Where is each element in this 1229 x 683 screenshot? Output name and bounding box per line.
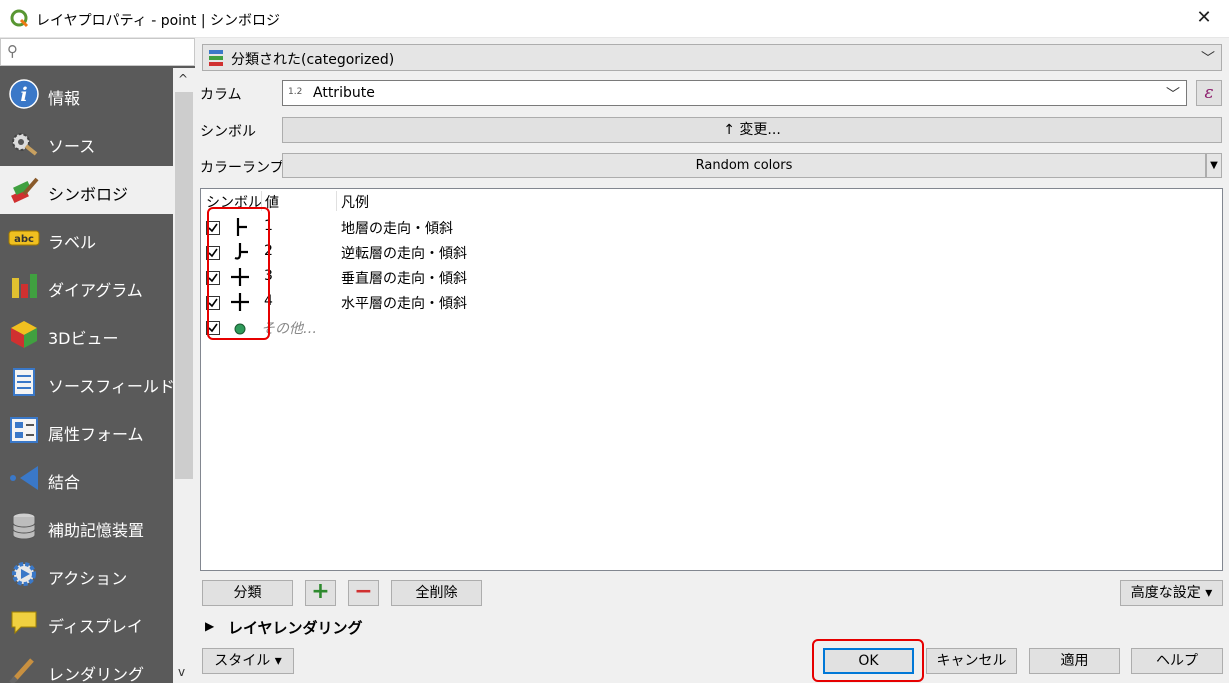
symbol-label: シンボル xyxy=(200,124,256,140)
info-icon: i xyxy=(9,79,39,109)
sidebar-item-rendering[interactable]: レンダリング xyxy=(0,646,173,683)
fields-icon xyxy=(13,368,35,396)
table-row[interactable]: その他… xyxy=(201,315,1222,340)
sidebar-item-label: ソース xyxy=(48,137,96,156)
sidebar-item-label: 情報 xyxy=(48,89,81,108)
sidebar-item-label: ダイアグラム xyxy=(48,281,143,300)
add-category-button[interactable]: + xyxy=(305,580,336,606)
table-row[interactable]: 4 水平層の走向・傾斜 xyxy=(201,290,1222,315)
sidebar-item-3dview[interactable]: 3Dビュー xyxy=(0,310,173,358)
classify-button[interactable]: 分類 xyxy=(202,580,293,606)
sidebar-search-input[interactable]: ⚲ xyxy=(0,38,195,66)
color-ramp-select[interactable]: Random colors xyxy=(282,153,1206,178)
sidebar-item-label: 結合 xyxy=(48,473,81,492)
delete-all-button[interactable]: 全削除 xyxy=(391,580,482,606)
table-row[interactable]: 1 地層の走向・傾斜 xyxy=(201,215,1222,240)
database-icon xyxy=(12,512,36,540)
row-legend: 地層の走向・傾斜 xyxy=(341,221,453,237)
cube-3d-icon xyxy=(11,321,37,348)
symbology-brush-icon xyxy=(11,177,39,204)
sidebar-item-info[interactable]: i 情報 xyxy=(0,70,173,118)
chevron-down-icon: ﹀ xyxy=(1166,87,1180,103)
sidebar-item-auxiliary-storage[interactable]: 補助記憶装置 xyxy=(0,502,173,550)
title-bar: レイヤプロパティ - point | シンボロジ ✕ xyxy=(0,0,1229,38)
expression-button[interactable]: ε xyxy=(1196,80,1222,106)
search-icon: ⚲ xyxy=(7,42,18,60)
row-legend: 水平層の走向・傾斜 xyxy=(341,296,467,312)
remove-category-button[interactable]: − xyxy=(348,580,379,606)
chevron-down-icon: ﹀ xyxy=(1201,51,1215,67)
sidebar-item-label: アクション xyxy=(48,569,128,588)
sidebar-item-label: 補助記憶装置 xyxy=(48,521,145,540)
expand-arrow-icon[interactable]: ▶ xyxy=(205,619,214,633)
layer-rendering-label[interactable]: レイヤレンダリング xyxy=(228,617,363,638)
sidebar-item-diagrams[interactable]: ダイアグラム xyxy=(0,262,173,310)
style-button[interactable]: スタイル ▾ xyxy=(202,648,294,674)
column-select[interactable]: 1.2 Attribute ﹀ xyxy=(282,80,1187,106)
ok-highlight-box xyxy=(812,639,924,682)
sidebar-item-attribute-form[interactable]: 属性フォーム xyxy=(0,406,173,454)
sidebar-item-joins[interactable]: 結合 xyxy=(0,454,173,502)
sidebar-item-label: シンボロジ xyxy=(48,185,129,204)
diagram-icon xyxy=(12,274,37,298)
scroll-up-icon[interactable]: ^ xyxy=(178,72,188,86)
source-gear-icon xyxy=(12,133,38,156)
field-type-badge: 1.2 xyxy=(288,87,303,97)
action-gear-icon xyxy=(12,562,36,586)
form-icon xyxy=(10,417,38,443)
header-legend[interactable]: 凡例 xyxy=(341,192,369,212)
sidebar-item-label: ラベル xyxy=(48,233,97,252)
abc-label-icon: abc xyxy=(8,230,40,246)
sidebar-item-display[interactable]: ディスプレイ xyxy=(0,598,173,646)
sidebar-item-label: 属性フォーム xyxy=(48,425,144,444)
color-ramp-dropdown-icon[interactable]: ▼ xyxy=(1206,153,1222,178)
sidebar-item-symbology[interactable]: シンボロジ xyxy=(0,166,173,214)
help-button[interactable]: ヘルプ xyxy=(1131,648,1223,674)
svg-text:i: i xyxy=(20,84,27,106)
renderer-type-label: 分類された(categorized) xyxy=(231,52,395,68)
sidebar-scrollbar[interactable]: ^ v xyxy=(173,68,195,683)
window-title: レイヤプロパティ - point | シンボロジ xyxy=(36,13,281,29)
sidebar-item-labels[interactable]: abc ラベル xyxy=(0,214,173,262)
rendering-brush-icon xyxy=(9,658,34,683)
column-label: カラム xyxy=(200,87,242,103)
row-legend: 逆転層の走向・傾斜 xyxy=(341,246,467,262)
display-speech-icon xyxy=(11,611,37,635)
scroll-thumb[interactable] xyxy=(175,92,193,479)
sidebar-item-source-fields[interactable]: ソースフィールド xyxy=(0,358,173,406)
categorized-renderer-icon xyxy=(209,50,223,66)
sidebar: ⚲ i 情報 ソース シンボロジ abc ラベル ダイアグラム 3Dビュー ソー… xyxy=(0,38,195,683)
header-separator xyxy=(336,191,337,211)
change-symbol-button[interactable]: ↑ 変更... xyxy=(282,117,1222,143)
sidebar-item-label: ソースフィールド xyxy=(48,377,173,396)
column-value: Attribute xyxy=(313,85,375,101)
color-ramp-label: カラーランプ xyxy=(200,160,284,176)
scroll-down-icon[interactable]: v xyxy=(178,665,185,679)
qgis-logo-icon xyxy=(10,9,29,28)
categories-table[interactable]: シンボル 値 凡例 1 地層の走向・傾斜 2 逆転層の走向・傾斜 3 垂直層の走… xyxy=(200,188,1223,571)
row-legend: 垂直層の走向・傾斜 xyxy=(341,271,467,287)
symbol-highlight-box xyxy=(207,207,270,340)
apply-button[interactable]: 適用 xyxy=(1029,648,1120,674)
renderer-type-select[interactable]: 分類された(categorized) ﹀ xyxy=(202,44,1222,71)
sidebar-item-actions[interactable]: アクション xyxy=(0,550,173,598)
table-row[interactable]: 3 垂直層の走向・傾斜 xyxy=(201,265,1222,290)
sidebar-item-label: ディスプレイ xyxy=(48,617,143,636)
table-header: シンボル 値 凡例 xyxy=(201,189,1222,213)
sidebar-list: i 情報 ソース シンボロジ abc ラベル ダイアグラム 3Dビュー ソースフ… xyxy=(0,68,173,683)
close-icon[interactable]: ✕ xyxy=(1193,7,1215,29)
join-icon xyxy=(10,466,38,490)
advanced-button[interactable]: 高度な設定 ▾ xyxy=(1120,580,1223,606)
cancel-button[interactable]: キャンセル xyxy=(926,648,1017,674)
sidebar-item-source[interactable]: ソース xyxy=(0,118,173,166)
table-row[interactable]: 2 逆転層の走向・傾斜 xyxy=(201,240,1222,265)
sidebar-item-label: レンダリング xyxy=(48,665,145,683)
svg-text:abc: abc xyxy=(14,234,34,245)
sidebar-item-label: 3Dビュー xyxy=(48,329,119,348)
